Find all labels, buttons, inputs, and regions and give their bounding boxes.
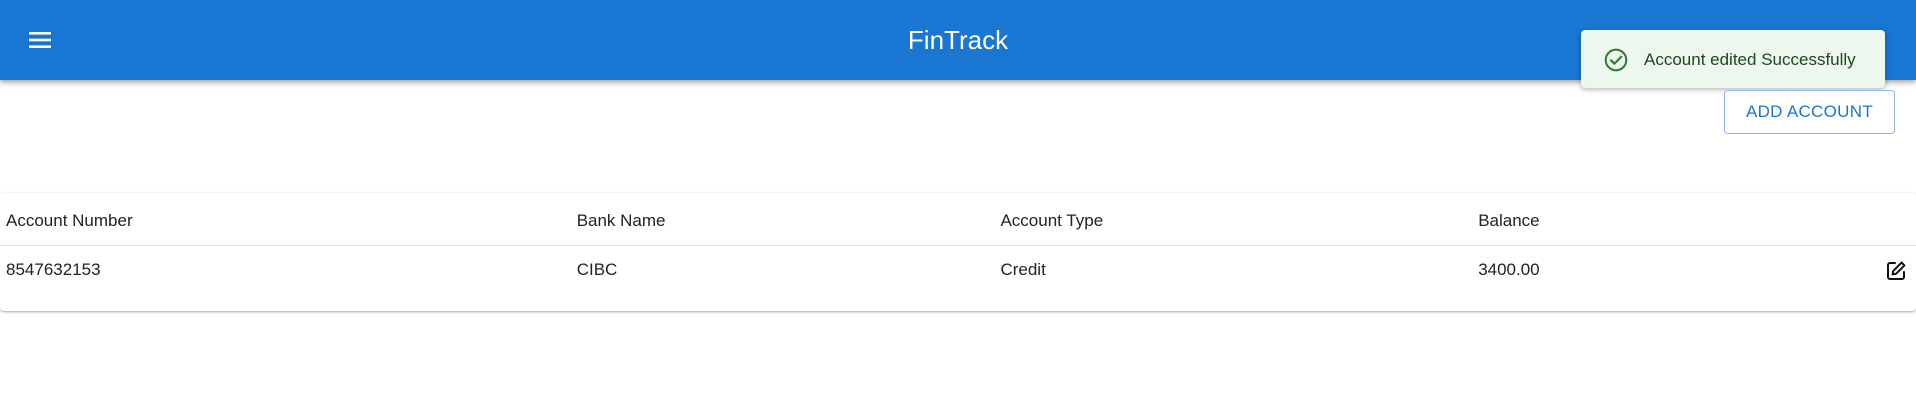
- header-account-number: Account Number: [0, 193, 571, 246]
- cell-bank-name: CIBC: [576, 259, 618, 279]
- edit-icon: [1887, 261, 1906, 280]
- cell-actions: [1878, 245, 1916, 291]
- table-header-row: Account Number Bank Name Account Type Ba…: [0, 193, 1916, 246]
- edit-account-button[interactable]: [1884, 259, 1908, 283]
- header-bank-name: Bank Name: [570, 193, 995, 246]
- header-balance: Balance: [1472, 193, 1878, 246]
- add-account-button[interactable]: ADD ACCOUNT: [1724, 90, 1895, 134]
- table-row: 8547632153 CIBC Credit 3400.00: [0, 245, 1916, 291]
- toast-message: Account edited Successfully: [1644, 50, 1856, 69]
- cell-account-number: 8547632153: [6, 259, 101, 279]
- header-actions: [1878, 193, 1916, 246]
- header-account-type: Account Type: [994, 193, 1473, 246]
- check-circle-icon: [1604, 48, 1628, 72]
- accounts-table: Account Number Bank Name Account Type Ba…: [0, 193, 1916, 291]
- success-toast: Account edited Successfully: [1581, 30, 1885, 88]
- cell-balance: 3400.00: [1478, 259, 1540, 279]
- accounts-table-card: Account Number Bank Name Account Type Ba…: [0, 193, 1916, 311]
- cell-account-type: Credit: [1000, 259, 1046, 279]
